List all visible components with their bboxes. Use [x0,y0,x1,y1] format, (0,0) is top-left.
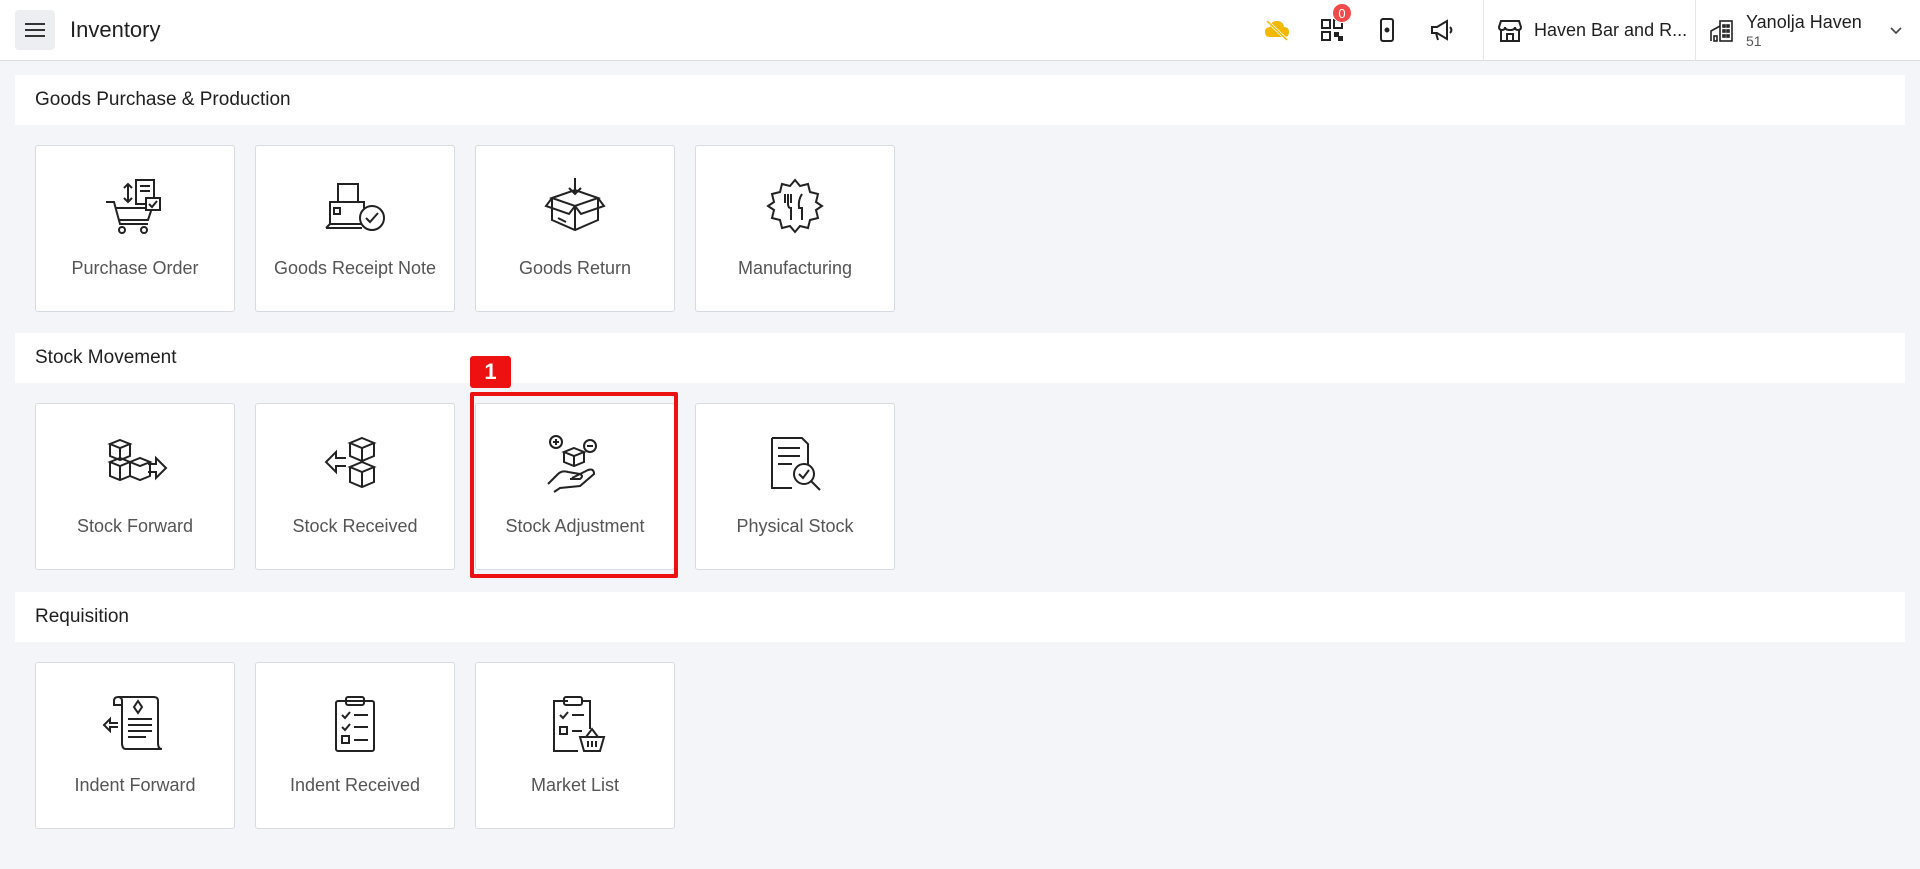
announcements-button[interactable] [1424,12,1460,48]
tile-stock-received[interactable]: Stock Received [255,403,455,570]
document-search-icon [771,437,821,491]
tile-label: Physical Stock [736,516,854,536]
header-divider [1483,0,1484,61]
store-selector[interactable]: Haven Bar and R... [1496,0,1696,61]
menu-icon [25,23,45,37]
tile-purchase-order[interactable]: Purchase Order [35,145,235,312]
tile-stock-forward[interactable]: Stock Forward [35,403,235,570]
tile-label: Indent Received [289,775,421,795]
section-requisition: Requisition [15,592,1905,642]
boxes-forward-icon [107,438,168,482]
scroll-document-icon [102,695,163,750]
tile-physical-stock[interactable]: Physical Stock [695,403,895,570]
gear-utensils-icon [766,178,824,234]
tile-label: Goods Return [518,258,632,278]
mobile-device-button[interactable] [1369,12,1405,48]
store-name: Haven Bar and R... [1534,20,1688,40]
menu-button[interactable] [15,10,55,50]
header-divider [1695,0,1696,61]
clipboard-checklist-icon [335,696,375,752]
tile-stock-adjustment[interactable]: Stock Adjustment [475,403,675,570]
page-title: Inventory [70,17,161,42]
clipboard-basket-icon [553,696,606,752]
tile-label: Market List [530,775,620,795]
store-icon [1497,19,1523,42]
open-box-icon [544,178,606,232]
tile-label: Stock Adjustment [505,516,645,536]
tile-manufacturing[interactable]: Manufacturing [695,145,895,312]
top-bar: Inventory 0 Haven Bar and R... Yanolja H… [0,0,1920,61]
tile-label: Stock Received [292,516,418,536]
qr-code-button[interactable]: 0 [1314,3,1352,48]
sync-status-button[interactable] [1259,12,1295,48]
organization-sub: 51 [1746,32,1762,49]
tile-indent-received[interactable]: Indent Received [255,662,455,829]
organization-name: Yanolja Haven [1746,12,1862,33]
shopping-cart-icon [106,179,161,234]
tile-indent-forward[interactable]: Indent Forward [35,662,235,829]
tile-label: Purchase Order [71,258,199,278]
section-goods-purchase: Goods Purchase & Production [15,75,1905,125]
tile-goods-receipt-note[interactable]: Goods Receipt Note [255,145,455,312]
tile-label: Manufacturing [737,258,853,278]
hand-box-adjust-icon [547,435,597,493]
organization-selector[interactable]: Yanolja Haven 51 [1708,0,1920,61]
tile-label: Goods Receipt Note [273,258,437,278]
delivery-check-icon [325,183,385,231]
boxes-received-icon [324,436,377,489]
megaphone-icon [1431,19,1453,41]
tile-label: Indent Forward [74,775,196,795]
mobile-device-icon [1380,18,1394,42]
qr-badge-count: 0 [1332,3,1352,23]
section-stock-movement: Stock Movement [15,333,1905,383]
annotation-label: 1 [470,356,511,388]
tile-goods-return[interactable]: Goods Return [475,145,675,312]
building-icon [1710,19,1733,42]
tile-label: Stock Forward [76,516,194,536]
cloud-offline-icon [1265,19,1289,42]
chevron-down-icon [1890,27,1902,35]
tile-market-list[interactable]: Market List [475,662,675,829]
